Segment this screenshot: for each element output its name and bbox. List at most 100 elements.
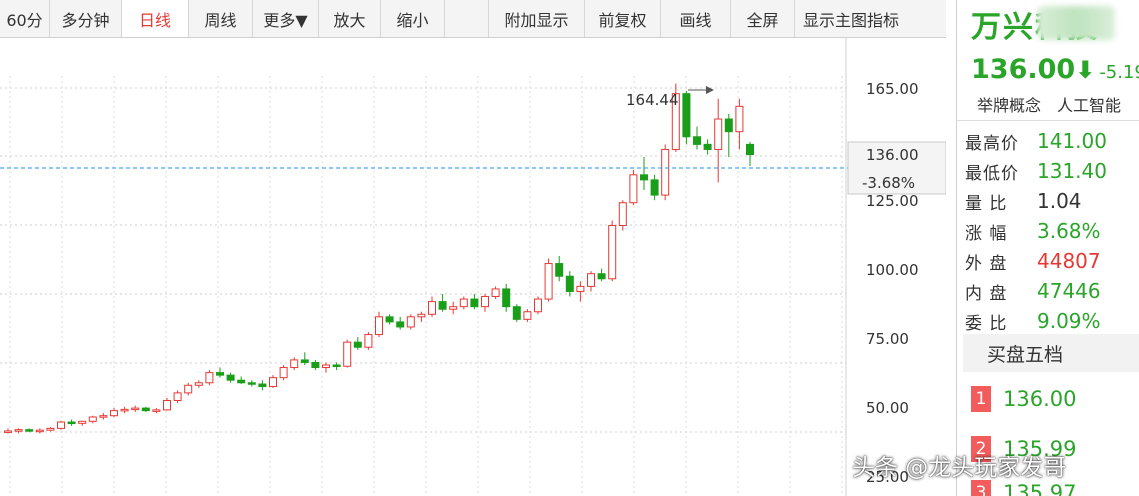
panel-divider (957, 120, 1139, 121)
price-change: -5.19 (1099, 62, 1139, 83)
candle-body (597, 273, 606, 280)
fullscreen-button[interactable]: 全屏 (731, 0, 795, 37)
concept-tags: 举牌概念 人工智能 (977, 92, 1137, 116)
tab-weekly[interactable]: 周线 (189, 0, 253, 37)
candle-body (343, 341, 352, 367)
candle-body (565, 275, 574, 292)
candle-body (216, 372, 224, 376)
bid-price: 136.00 (1003, 387, 1077, 411)
concept-tag-1[interactable]: 人工智能 (1057, 96, 1121, 115)
stat-label: 内 盘 (965, 283, 1008, 304)
stat-value: 9.09% (1037, 309, 1101, 333)
stat-value: 1.04 (1037, 189, 1082, 213)
candle-body (618, 202, 627, 227)
period-toolbar: 60分 多分钟 日线 周线 更多▼ 放大 缩小 附加显示 前复权 画线 全屏 显… (0, 0, 946, 38)
down-arrow-icon: ⬇ (1075, 56, 1096, 84)
candle-body (428, 301, 436, 315)
extra-display-button[interactable]: 附加显示 (489, 0, 585, 37)
tab-daily[interactable]: 日线 (122, 0, 189, 37)
last-price: 136.00 (971, 54, 1076, 85)
candle-body (417, 313, 426, 318)
blurred-name-mask (1037, 6, 1115, 40)
candle-body (746, 143, 754, 156)
current-price-tag: 136.00 (866, 146, 919, 164)
candle-body (682, 93, 691, 138)
candle-body (640, 174, 648, 181)
stat-value: 47446 (1037, 279, 1101, 303)
candle-body (502, 288, 511, 308)
candle-body (78, 420, 87, 424)
bid-price: 135.97 (1003, 481, 1077, 496)
y-tick-label-3: 75.00 (866, 330, 909, 348)
candle-body (587, 273, 595, 287)
draw-line-button[interactable]: 画线 (661, 0, 731, 37)
candle-body (25, 429, 34, 432)
candle-body (449, 306, 458, 310)
y-tick-label-4: 50.00 (866, 399, 909, 417)
bid-row-3[interactable]: 3 135.97 (971, 480, 1076, 496)
price-row: 136.00⬇-5.19 (971, 54, 1139, 85)
candle-body (14, 429, 23, 432)
max-price-label: 164.44 (626, 91, 679, 109)
bid-index: 3 (971, 480, 991, 496)
candle-body (57, 421, 65, 429)
stat-row-change-pct: 涨 幅 3.68% (965, 216, 1101, 246)
zoom-out-button[interactable]: 缩小 (381, 0, 445, 37)
bid-levels-header[interactable]: 买盘五档 (963, 334, 1139, 372)
quote-panel: 万兴科技 136.00⬇-5.19 举牌概念人工智能 最高价 141.00 最低… (956, 0, 1139, 496)
candle-body (67, 421, 76, 425)
candle-body (120, 408, 129, 412)
stat-value: 141.00 (1037, 129, 1107, 153)
bid-index: 1 (971, 386, 991, 412)
bid-row-1[interactable]: 1 136.00 (971, 386, 1076, 412)
candle-body (141, 407, 150, 412)
candle-body (534, 298, 542, 313)
concept-tag-0[interactable]: 举牌概念 (977, 96, 1041, 115)
candle-body (544, 263, 553, 300)
watermark: 头条 @龙头玩家发哥 (852, 455, 1067, 481)
candle-body (555, 263, 564, 277)
candle-body (724, 118, 733, 133)
tab-multi-minute[interactable]: 多分钟 (50, 0, 122, 37)
candle-body (385, 316, 394, 323)
current-price-tags: 136.00 -3.68% (847, 141, 946, 195)
stat-row-inner-volume: 内 盘 47446 (965, 276, 1101, 306)
tab-60min[interactable]: 60分 (0, 0, 50, 37)
stat-value: 44807 (1037, 249, 1101, 273)
candle-body (459, 298, 468, 308)
candle-body (470, 298, 479, 308)
forward-adjust-button[interactable]: 前复权 (585, 0, 661, 37)
more-dropdown[interactable]: 更多▼ (253, 0, 319, 37)
y-tick-label-1: 125.00 (866, 192, 919, 210)
show-main-indicator-button[interactable]: 显示主图指标 (795, 0, 907, 37)
stat-label: 最低价 (965, 163, 1019, 184)
candle-body (46, 427, 55, 431)
candlestick-chart-svg[interactable]: 165.00125.00100.0075.0050.0025.00 136.00… (0, 38, 946, 496)
candle-body (396, 321, 405, 328)
price-axis: 165.00125.00100.0075.0050.0025.00 (866, 80, 919, 486)
candle-body (35, 429, 44, 433)
current-change-tag: -3.68% (862, 174, 915, 192)
candle-body (99, 415, 108, 418)
candle-body (375, 316, 383, 336)
candle-body (110, 410, 118, 417)
candle-series (4, 83, 754, 434)
candle-body (300, 359, 309, 363)
candle-body (650, 179, 659, 196)
stat-label: 量 比 (965, 193, 1008, 214)
candle-body (629, 174, 638, 204)
candle-body (269, 377, 277, 388)
stat-label: 涨 幅 (965, 223, 1008, 244)
kline-chart[interactable]: 165.00 125.00 100.00 75.00 50.00 25.00 136.00… (0, 38, 946, 496)
candle-body (491, 288, 500, 298)
stat-row-order-ratio: 委 比 9.09% (965, 306, 1101, 336)
stat-value: 3.68% (1037, 219, 1101, 243)
stat-row-high: 最高价 141.00 (965, 126, 1107, 156)
candle-body (661, 148, 670, 196)
zoom-in-button[interactable]: 放大 (319, 0, 381, 37)
toolbar-spacer (445, 0, 489, 37)
candle-body (481, 296, 489, 308)
candle-body (194, 382, 203, 386)
stat-label: 最高价 (965, 133, 1019, 154)
stat-row-volume-ratio: 量 比 1.04 (965, 186, 1082, 216)
